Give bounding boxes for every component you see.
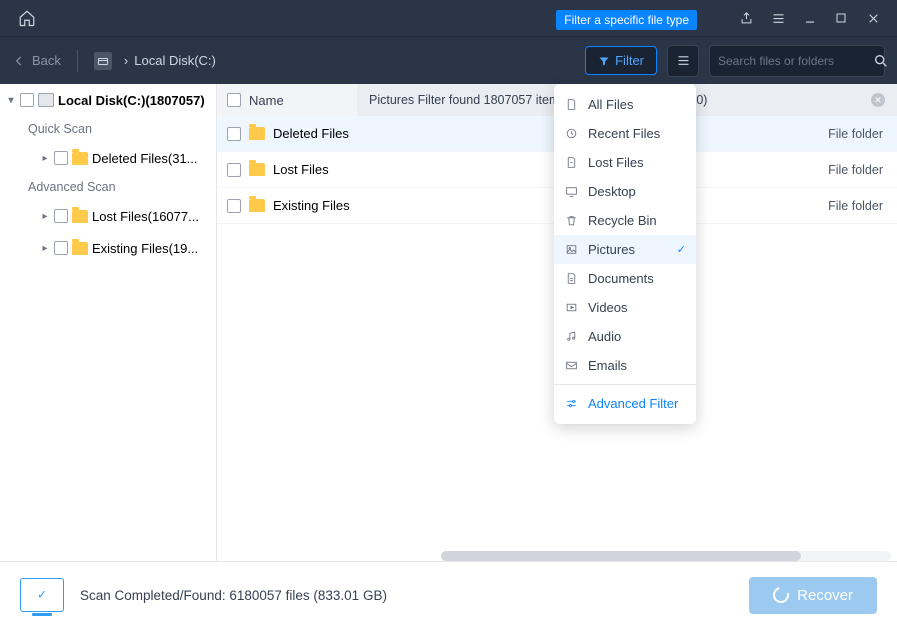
- dd-recycle[interactable]: Recycle Bin: [554, 206, 696, 235]
- drive-icon: [94, 52, 112, 70]
- breadcrumb-sep: ›: [124, 53, 128, 68]
- file-name: Existing Files: [273, 198, 350, 213]
- dd-videos[interactable]: Videos: [554, 293, 696, 322]
- file-type: File folder: [828, 163, 887, 177]
- folder-icon: [72, 242, 88, 255]
- dd-lost-files[interactable]: Lost Files: [554, 148, 696, 177]
- folder-icon: [72, 210, 88, 223]
- dd-documents[interactable]: Documents: [554, 264, 696, 293]
- mail-icon: [564, 359, 578, 373]
- back-label: Back: [32, 53, 61, 68]
- document-icon: [564, 272, 578, 286]
- maximize-icon[interactable]: [835, 12, 849, 24]
- tree-label: Lost Files(16077...: [92, 209, 199, 224]
- file-name: Lost Files: [273, 162, 329, 177]
- file-name: Deleted Files: [273, 126, 349, 141]
- status-text: Scan Completed/Found: 6180057 files (833…: [80, 588, 387, 603]
- dd-pictures[interactable]: Pictures ✓: [554, 235, 696, 264]
- check-icon: ✓: [677, 243, 686, 256]
- dd-audio[interactable]: Audio: [554, 322, 696, 351]
- scrollbar-thumb[interactable]: [441, 551, 801, 561]
- folder-icon: [249, 127, 265, 140]
- main: ▾ Local Disk(C:)(1807057) Quick Scan ▸ D…: [0, 84, 897, 561]
- audio-icon: [564, 330, 578, 344]
- column-name[interactable]: Name: [249, 93, 284, 108]
- file-lost-icon: [564, 156, 578, 170]
- clock-icon: [564, 127, 578, 141]
- checkbox[interactable]: [227, 127, 241, 141]
- filter-dropdown: All Files Recent Files Lost Files Deskto…: [554, 84, 696, 424]
- tree-item-existing[interactable]: ▸ Existing Files(19...: [0, 232, 216, 264]
- search-icon[interactable]: [873, 53, 889, 69]
- file-type: File folder: [828, 199, 887, 213]
- checkbox[interactable]: [54, 241, 68, 255]
- dd-emails[interactable]: Emails: [554, 351, 696, 380]
- checkbox[interactable]: [227, 199, 241, 213]
- select-all-checkbox[interactable]: [227, 93, 241, 107]
- breadcrumb[interactable]: › Local Disk(C:): [124, 53, 216, 68]
- minimize-icon[interactable]: [803, 11, 817, 25]
- filter-button[interactable]: Filter: [585, 46, 657, 75]
- breadcrumb-drive: Local Disk(C:): [134, 53, 216, 68]
- dd-desktop[interactable]: Desktop: [554, 177, 696, 206]
- image-icon: [564, 243, 578, 257]
- tree-label: Deleted Files(31...: [92, 151, 198, 166]
- folder-icon: [249, 163, 265, 176]
- share-icon[interactable]: [739, 11, 753, 26]
- desktop-icon: [564, 185, 578, 199]
- checkbox[interactable]: [20, 93, 34, 107]
- chevron-down-icon[interactable]: ▾: [6, 95, 16, 106]
- tree-item-deleted[interactable]: ▸ Deleted Files(31...: [0, 142, 216, 174]
- tree-item-lost[interactable]: ▸ Lost Files(16077...: [0, 200, 216, 232]
- sliders-icon: [564, 397, 578, 411]
- search-box[interactable]: [709, 45, 885, 77]
- tree-root[interactable]: ▾ Local Disk(C:)(1807057): [0, 84, 216, 116]
- filter-close-icon[interactable]: ✕: [871, 93, 885, 107]
- filter-result-text: Pictures Filter found 1807057 item: [369, 93, 559, 107]
- checkbox[interactable]: [54, 151, 68, 165]
- tree-root-label: Local Disk(C:)(1807057): [58, 93, 205, 108]
- recover-button[interactable]: Recover: [749, 577, 877, 614]
- view-list-button[interactable]: [667, 45, 699, 77]
- scan-complete-icon: [20, 578, 64, 612]
- filter-label: Filter: [615, 53, 644, 68]
- home-icon[interactable]: [18, 9, 36, 27]
- tree-section-quick: Quick Scan: [0, 116, 216, 142]
- chevron-right-icon[interactable]: ▸: [40, 153, 50, 164]
- close-icon[interactable]: [867, 12, 881, 25]
- checkbox[interactable]: [227, 163, 241, 177]
- footer: Scan Completed/Found: 6180057 files (833…: [0, 561, 897, 628]
- folder-icon: [72, 152, 88, 165]
- titlebar: Filter a specific file type: [0, 0, 897, 36]
- video-icon: [564, 301, 578, 315]
- recover-icon: [770, 584, 792, 606]
- chevron-right-icon[interactable]: ▸: [40, 211, 50, 222]
- disk-icon: [38, 93, 54, 107]
- file-type: File folder: [828, 127, 887, 141]
- dd-advanced-filter[interactable]: Advanced Filter: [554, 389, 696, 418]
- dd-all-files[interactable]: All Files: [554, 90, 696, 119]
- dd-recent-files[interactable]: Recent Files: [554, 119, 696, 148]
- checkbox[interactable]: [54, 209, 68, 223]
- tree-label: Existing Files(19...: [92, 241, 198, 256]
- menu-icon[interactable]: [771, 11, 785, 26]
- recover-label: Recover: [797, 587, 853, 604]
- filter-tooltip: Filter a specific file type: [556, 10, 697, 30]
- content: Name Pictures Filter found 1807057 item …: [217, 84, 897, 561]
- sidebar: ▾ Local Disk(C:)(1807057) Quick Scan ▸ D…: [0, 84, 217, 561]
- toolbar: Back › Local Disk(C:) Filter: [0, 36, 897, 84]
- divider: [77, 50, 78, 72]
- file-icon: [564, 98, 578, 112]
- trash-icon: [564, 214, 578, 228]
- search-input[interactable]: [718, 54, 873, 68]
- tree-section-advanced: Advanced Scan: [0, 174, 216, 200]
- horizontal-scrollbar[interactable]: [441, 551, 891, 561]
- folder-icon: [249, 199, 265, 212]
- divider: [554, 384, 696, 385]
- chevron-right-icon[interactable]: ▸: [40, 243, 50, 254]
- back-button[interactable]: Back: [12, 53, 61, 68]
